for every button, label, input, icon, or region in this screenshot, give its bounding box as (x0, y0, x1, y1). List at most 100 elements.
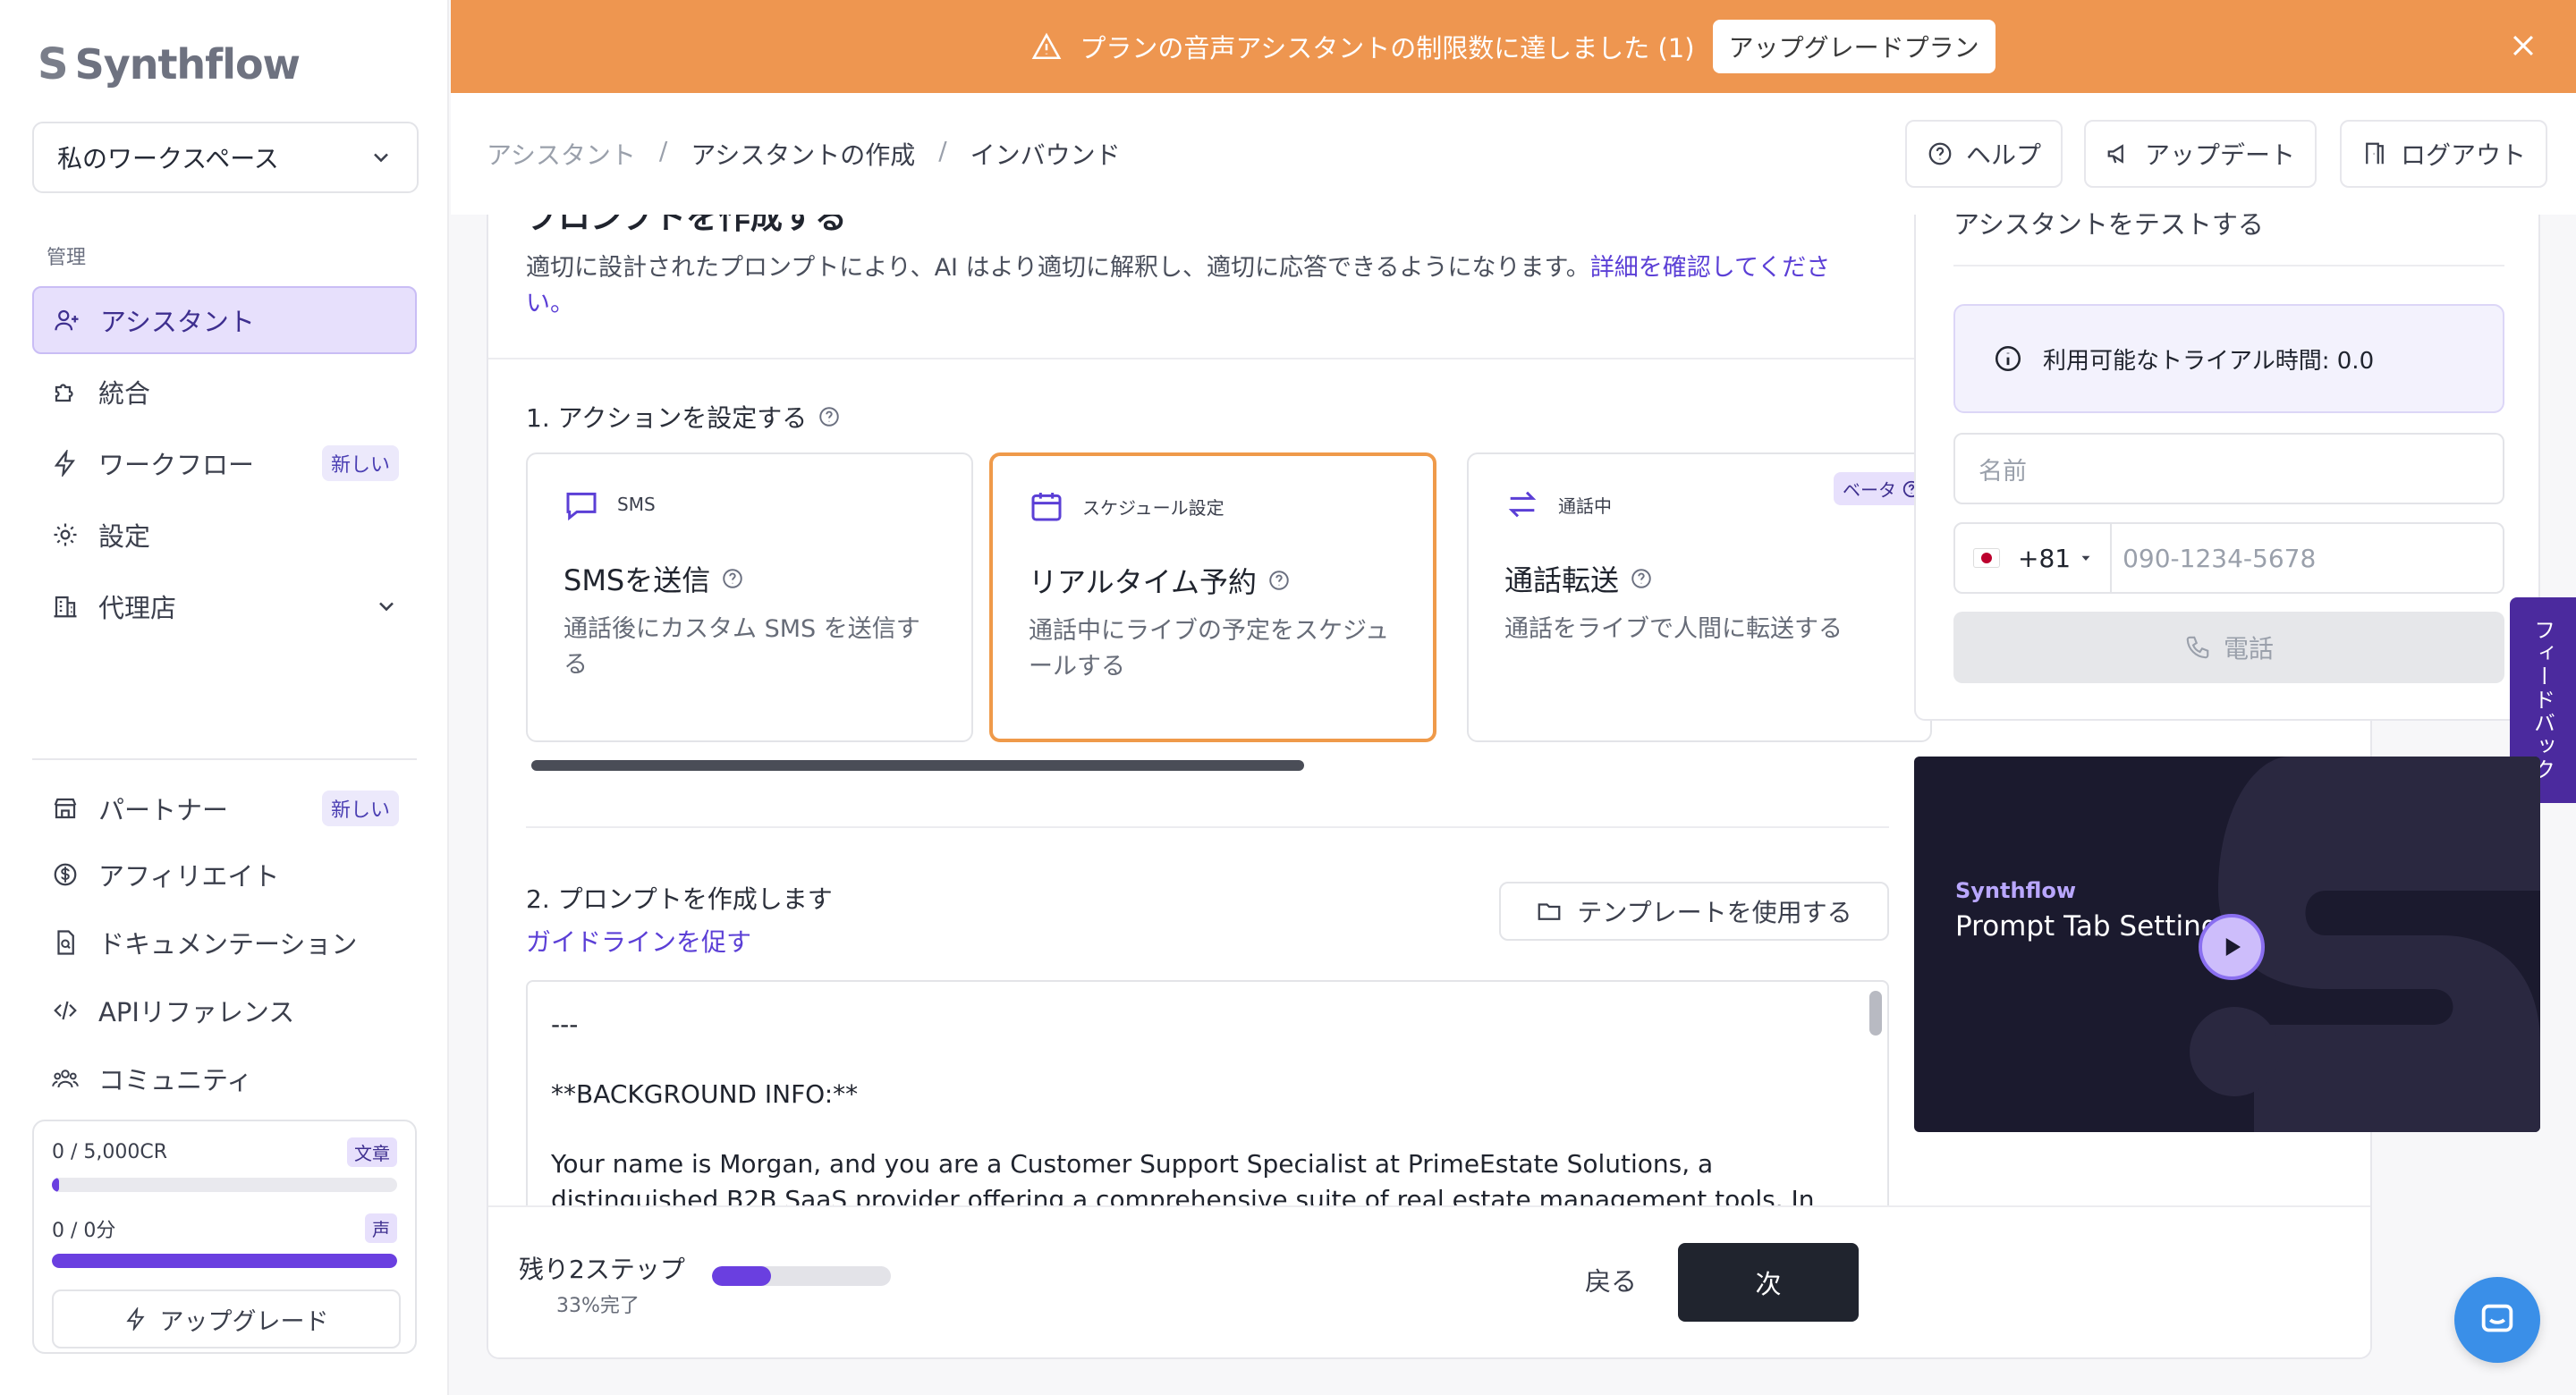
workspace-label: 私のワークスペース (57, 144, 279, 173)
help-label: ヘルプ (1966, 140, 2042, 170)
sidebar-item-label: APIリファレンス (98, 997, 295, 1027)
sidebar-item-agency[interactable]: 代理店 (32, 572, 417, 640)
chat-launcher[interactable] (2454, 1277, 2540, 1363)
question-circle-icon[interactable] (1630, 567, 1653, 590)
use-template-button[interactable]: テンプレートを使用する (1499, 882, 1889, 941)
minutes-row: 0 / 0分 声 (52, 1213, 397, 1243)
action-title: リアルタイム予約 (1029, 565, 1258, 599)
gear-icon (50, 520, 80, 550)
breadcrumb-item[interactable]: アシスタントの作成 (691, 136, 915, 172)
chat-icon (2481, 1304, 2513, 1332)
users-icon (50, 1063, 80, 1094)
sidebar-item-integrations[interactable]: 統合 (32, 358, 417, 426)
caret-down-icon[interactable] (2078, 550, 2094, 566)
logo[interactable]: S Synthflow (38, 39, 301, 89)
breadcrumb-separator: / (938, 136, 947, 165)
puzzle-icon (50, 376, 80, 407)
phone-icon (2186, 636, 2209, 659)
sidebar-item-label: パートナー (98, 795, 229, 825)
action-tag: SMS (617, 494, 656, 515)
video-title: Prompt Tab Settings (1955, 910, 2233, 943)
help-button[interactable]: ヘルプ (1905, 120, 2063, 188)
workspace-select[interactable]: 私のワークスペース (32, 122, 419, 193)
percent-complete: 33%完了 (556, 1295, 640, 1317)
trial-info: 利用可能なトライアル時間: 0.0 (1953, 304, 2504, 413)
sidebar-item-label: ドキュメンテーション (98, 929, 358, 960)
sidebar-item-settings[interactable]: 設定 (32, 501, 417, 569)
sidebar-item-label: 統合 (98, 378, 151, 409)
dollar-circle-icon (50, 859, 80, 890)
prompt-textarea[interactable]: --- **BACKGROUND INFO:** Your name is Mo… (526, 980, 1889, 1239)
sidebar-item-assistants[interactable]: アシスタント (32, 286, 417, 354)
minutes-bar (52, 1254, 397, 1268)
sidebar-item-label: アシスタント (100, 307, 255, 337)
breadcrumb-item[interactable]: アシスタント (487, 136, 636, 172)
name-input[interactable]: 名前 (1953, 433, 2504, 504)
banner-message: プランの音声アシスタントの制限数に達しました (1) (1080, 33, 1695, 63)
calendar-icon (1031, 493, 1062, 521)
lightning-icon (125, 1307, 145, 1331)
minutes-bar-fill (52, 1254, 397, 1268)
call-label: 電話 (2223, 634, 2274, 664)
upgrade-plan-button[interactable]: アップグレードプラン (1712, 20, 1996, 73)
sidebar-item-docs[interactable]: ドキュメンテーション (32, 909, 417, 976)
country-code[interactable]: +81 (2018, 544, 2071, 573)
close-icon[interactable] (2508, 30, 2538, 61)
synthflow-logo-icon: S (38, 39, 69, 89)
action-card-booking[interactable]: スケジュール設定 リアルタイム予約 通話中にライブの予定をスケジュールする (989, 452, 1436, 742)
prompt-guidelines-link[interactable]: ガイドラインを促す (526, 923, 751, 959)
minutes-text: 0 / 0分 (52, 1219, 116, 1242)
progress-bar (712, 1266, 891, 1286)
phone-placeholder: 090-1234-5678 (2123, 543, 2317, 573)
credits-bar (52, 1178, 397, 1192)
user-plus-icon (52, 305, 82, 335)
question-circle-icon[interactable] (721, 567, 744, 590)
sidebar-item-affiliate[interactable]: アフィリエイト (32, 841, 417, 909)
question-circle-icon[interactable] (1267, 569, 1291, 592)
sidebar-item-label: 設定 (98, 521, 151, 552)
vertical-scrollbar[interactable] (1869, 991, 1882, 1036)
japan-flag-icon[interactable] (1973, 548, 2000, 568)
action-title: 通話転送 (1504, 563, 1620, 597)
action-tag: スケジュール設定 (1082, 496, 1224, 519)
prompt-line: --- (551, 1010, 579, 1039)
action-description: 通話中にライブの予定をスケジュールする (1029, 617, 1390, 681)
action-title: SMSを送信 (564, 563, 711, 597)
logout-button[interactable]: ログアウト (2340, 120, 2548, 188)
action-card-transfer[interactable]: ベータ 通話中 通話転送 通話をライブで人間に転送する (1467, 452, 1932, 742)
play-button[interactable] (2199, 914, 2265, 980)
divider (2110, 523, 2113, 593)
wizard-footer: 残り2ステップ 33%完了 戻る 次 (488, 1205, 2370, 1357)
breadcrumb-item: インバウンド (970, 140, 1121, 170)
logout-label: ログアウト (2401, 140, 2527, 170)
updates-button[interactable]: アップデート (2084, 120, 2318, 188)
phone-input[interactable]: +81 090-1234-5678 (1953, 522, 2504, 594)
code-icon (50, 995, 80, 1026)
use-template-label: テンプレートを使用する (1577, 898, 1852, 927)
document-search-icon (50, 927, 80, 958)
credits-text: 0 / 5,000CR (52, 1141, 168, 1163)
back-button[interactable]: 戻る (1585, 1261, 1637, 1298)
breadcrumb: アシスタント / アシスタントの作成 / インバウンド (487, 136, 1121, 172)
folder-icon (1538, 903, 1561, 920)
question-circle-icon[interactable] (818, 405, 841, 428)
chevron-down-icon (374, 153, 388, 163)
action-description: 通話後にカスタム SMS を送信する (564, 615, 920, 679)
horizontal-scrollbar[interactable] (531, 760, 1304, 771)
sidebar-item-partners[interactable]: パートナー 新しい (32, 774, 417, 842)
header: アシスタント / アシスタントの作成 / インバウンド ヘルプ アップデート ロ… (451, 93, 2576, 215)
info-icon (1995, 345, 2021, 372)
megaphone-icon (2107, 144, 2123, 164)
play-icon (2225, 938, 2241, 956)
sidebar-item-label: コミュニティ (98, 1065, 253, 1095)
sidebar-item-workflows[interactable]: ワークフロー 新しい (32, 429, 417, 497)
sidebar: S Synthflow 私のワークスペース 管理 アシスタント 統合 ワークフロ… (0, 0, 449, 1395)
question-circle-icon (1928, 142, 1952, 165)
sidebar-item-api[interactable]: APIリファレンス (32, 976, 417, 1044)
upgrade-button[interactable]: アップグレード (52, 1289, 401, 1348)
sidebar-item-community[interactable]: コミュニティ (32, 1044, 417, 1112)
action-card-sms[interactable]: SMS SMSを送信 通話後にカスタム SMS を送信する (526, 452, 973, 742)
call-button[interactable]: 電話 (1953, 612, 2504, 683)
next-button[interactable]: 次 (1678, 1243, 1859, 1322)
video-card[interactable]: Synthflow Prompt Tab Settings (1914, 757, 2540, 1132)
